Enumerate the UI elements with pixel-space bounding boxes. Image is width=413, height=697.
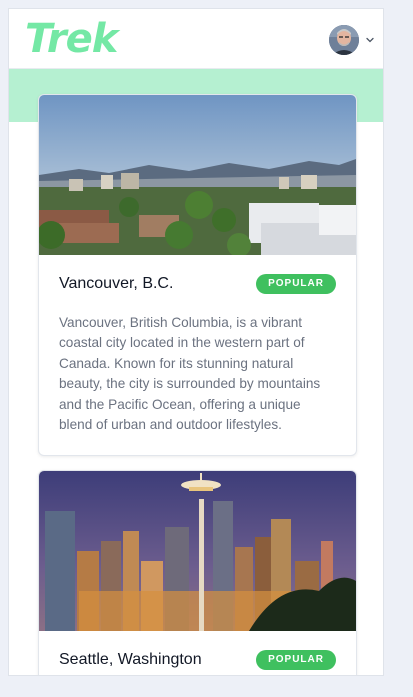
vancouver-photo (39, 95, 356, 255)
user-photo-icon (329, 25, 359, 55)
popular-badge: POPULAR (256, 650, 336, 671)
avatar (329, 25, 359, 55)
user-menu-button[interactable] (329, 25, 375, 55)
chevron-down-icon[interactable] (365, 35, 375, 45)
seattle-photo (39, 471, 356, 632)
destination-card-seattle[interactable]: Seattle, Washington POPULAR (38, 470, 357, 675)
top-navbar: Trek (9, 9, 383, 69)
destination-description: Vancouver, British Columbia, is a vibran… (59, 315, 321, 433)
destination-title: Vancouver, B.C. (59, 275, 174, 292)
destination-list: Vancouver, B.C. POPULAR Vancouver, Briti… (38, 94, 357, 675)
app-frame: Trek Vancouver, B.C. POPULAR Vancouver, … (8, 8, 384, 676)
popular-badge: POPULAR (256, 274, 336, 294)
brand-logo[interactable]: Trek (25, 15, 118, 63)
destination-title: Seattle, Washington (59, 651, 202, 669)
destination-card-vancouver[interactable]: Vancouver, B.C. POPULAR Vancouver, Briti… (38, 94, 357, 457)
